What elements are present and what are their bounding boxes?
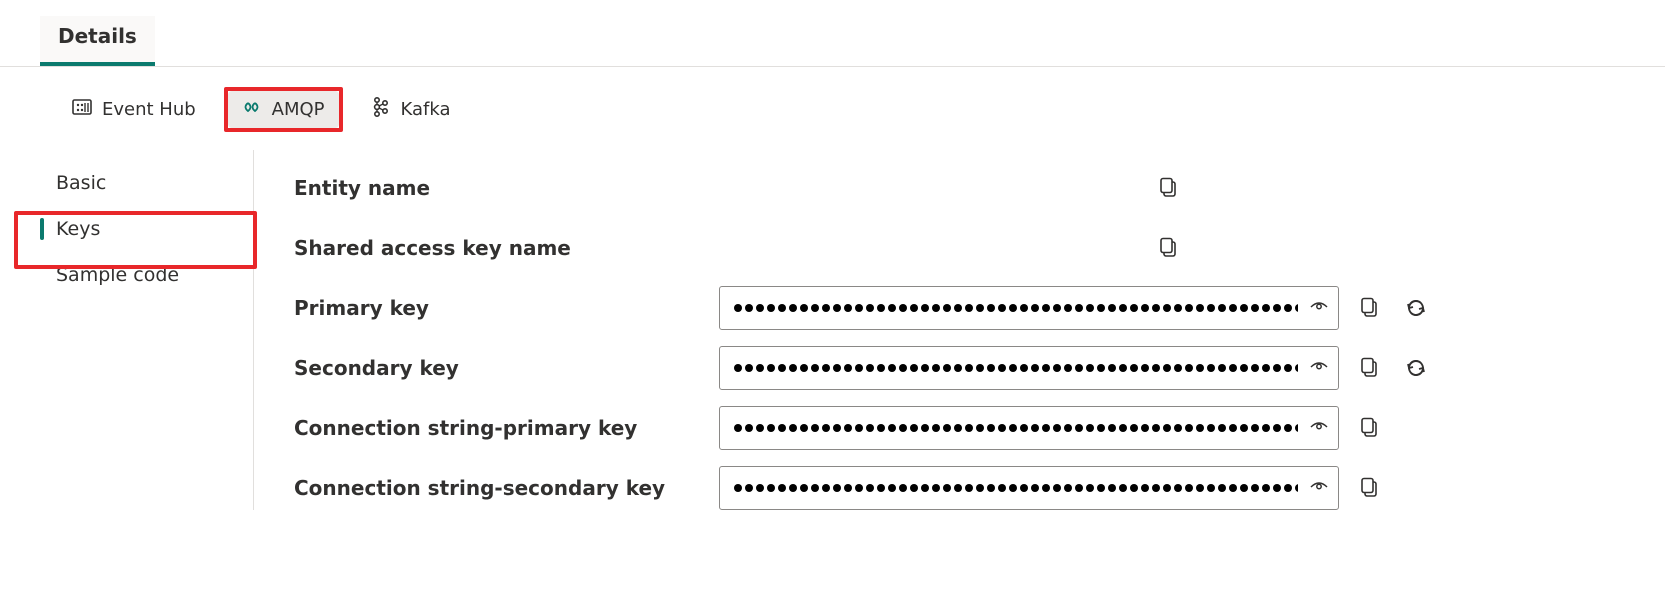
tab-details[interactable]: Details bbox=[40, 16, 155, 66]
protocol-tab-bar: Event Hub AMQP Kafka bbox=[0, 67, 1665, 150]
copy-conn-secondary-button[interactable] bbox=[1355, 473, 1385, 503]
row-secondary-key: Secondary key bbox=[294, 338, 1605, 398]
tab-kafka-label: Kafka bbox=[401, 99, 451, 120]
copy-secondary-key-button[interactable] bbox=[1355, 353, 1385, 383]
event-hub-icon bbox=[72, 98, 92, 121]
copy-primary-key-button[interactable] bbox=[1355, 293, 1385, 323]
copy-shared-access-key-name-button[interactable] bbox=[1154, 233, 1184, 263]
sidebar-item-sample-code[interactable]: Sample code bbox=[24, 252, 253, 298]
copy-conn-primary-button[interactable] bbox=[1355, 413, 1385, 443]
label-primary-key: Primary key bbox=[294, 296, 699, 320]
sidebar-item-keys[interactable]: Keys bbox=[24, 206, 253, 252]
amqp-highlight: AMQP bbox=[224, 87, 343, 132]
tab-event-hub-label: Event Hub bbox=[102, 99, 196, 120]
row-conn-secondary: Connection string-secondary key bbox=[294, 458, 1605, 518]
tab-amqp-label: AMQP bbox=[272, 99, 325, 120]
tab-event-hub[interactable]: Event Hub bbox=[58, 90, 210, 129]
reveal-conn-secondary-button[interactable] bbox=[1310, 480, 1328, 496]
label-shared-access-key-name: Shared access key name bbox=[294, 236, 699, 260]
label-entity-name: Entity name bbox=[294, 176, 699, 200]
amqp-icon bbox=[242, 99, 262, 120]
conn-primary-field[interactable] bbox=[719, 406, 1339, 450]
row-shared-access-key-name: Shared access key name bbox=[294, 218, 1605, 278]
reveal-secondary-key-button[interactable] bbox=[1310, 360, 1328, 376]
label-conn-primary: Connection string-primary key bbox=[294, 416, 699, 440]
reveal-conn-primary-button[interactable] bbox=[1310, 420, 1328, 436]
label-secondary-key: Secondary key bbox=[294, 356, 699, 380]
primary-key-field[interactable] bbox=[719, 286, 1339, 330]
main-panel: Entity name Shared access key name Prima… bbox=[254, 150, 1665, 518]
secondary-key-field[interactable] bbox=[719, 346, 1339, 390]
tab-amqp[interactable]: AMQP bbox=[228, 91, 339, 128]
regenerate-primary-key-button[interactable] bbox=[1401, 293, 1431, 323]
label-conn-secondary: Connection string-secondary key bbox=[294, 476, 699, 500]
conn-secondary-field[interactable] bbox=[719, 466, 1339, 510]
row-entity-name: Entity name bbox=[294, 158, 1605, 218]
tab-kafka[interactable]: Kafka bbox=[357, 89, 465, 130]
reveal-primary-key-button[interactable] bbox=[1310, 300, 1328, 316]
regenerate-secondary-key-button[interactable] bbox=[1401, 353, 1431, 383]
side-nav: Basic Keys Sample code bbox=[24, 150, 254, 510]
kafka-icon bbox=[371, 97, 391, 122]
copy-entity-name-button[interactable] bbox=[1154, 173, 1184, 203]
sidebar-item-basic[interactable]: Basic bbox=[24, 160, 253, 206]
row-primary-key: Primary key bbox=[294, 278, 1605, 338]
top-tab-bar: Details bbox=[0, 0, 1665, 67]
row-conn-primary: Connection string-primary key bbox=[294, 398, 1605, 458]
